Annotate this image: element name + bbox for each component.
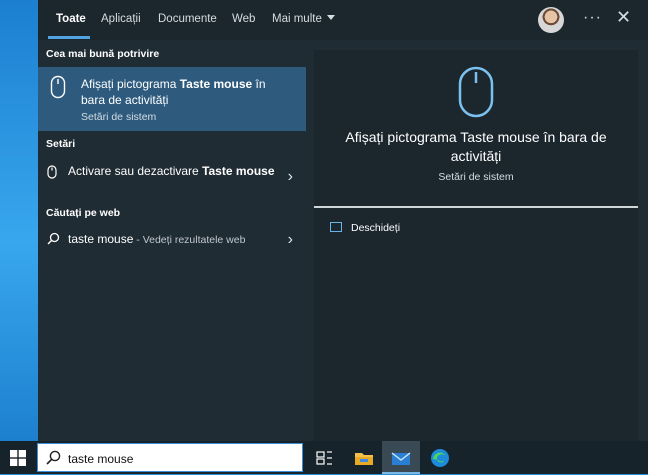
task-view-icon[interactable] xyxy=(312,446,338,470)
web-result-label: taste mouse - Vedeți rezultatele web xyxy=(68,232,246,246)
close-icon[interactable]: ✕ xyxy=(616,7,631,28)
search-icon xyxy=(46,450,61,470)
ellipsis-icon[interactable]: ··· xyxy=(583,9,602,27)
file-explorer-icon[interactable] xyxy=(351,446,377,470)
preview-subtitle: Setări de sistem xyxy=(438,171,514,183)
section-settings: Setări xyxy=(46,138,76,150)
chevron-right-icon: › xyxy=(287,231,293,248)
tab-all[interactable]: Toate xyxy=(56,13,86,25)
best-match-title: Afișați pictograma Taste mouse în bara d… xyxy=(81,77,266,107)
tab-web[interactable]: Web xyxy=(232,13,255,25)
search-tabs-bar: Toate Aplicații Documente Web Mai multe … xyxy=(38,0,648,40)
results-list: Cea mai bună potrivire Afișați pictogram… xyxy=(38,40,306,441)
mouse-icon xyxy=(50,75,66,104)
tab-documents[interactable]: Documente xyxy=(158,13,217,25)
taskbar-search-box[interactable] xyxy=(37,443,303,472)
best-match-subtitle: Setări de sistem xyxy=(81,111,157,123)
preview-title: Afișați pictograma Taste mouse în bara d… xyxy=(345,129,607,164)
chevron-down-icon xyxy=(326,15,335,20)
section-best-match: Cea mai bună potrivire xyxy=(46,48,160,60)
web-result-item[interactable]: taste mouse - Vedeți rezultatele web › xyxy=(38,228,306,264)
search-panel: Toate Aplicații Documente Web Mai multe … xyxy=(38,0,648,441)
tab-more[interactable]: Mai multe xyxy=(272,13,335,25)
search-icon xyxy=(47,232,60,250)
avatar[interactable] xyxy=(538,7,564,33)
settings-result-item[interactable]: Activare sau dezactivare Taste mouse › xyxy=(38,160,306,196)
edge-icon[interactable] xyxy=(427,446,453,470)
preview-pane: Afișați pictograma Taste mouse în bara d… xyxy=(314,50,638,441)
desktop-wallpaper xyxy=(0,0,38,441)
best-match-item[interactable]: Afișați pictograma Taste mouse în bara d… xyxy=(38,67,306,131)
open-label: Deschideți xyxy=(351,222,401,234)
mouse-icon xyxy=(47,165,57,184)
taskbar xyxy=(0,441,648,474)
search-input[interactable] xyxy=(66,449,290,469)
section-web-search: Căutați pe web xyxy=(46,207,121,219)
active-tab-indicator xyxy=(48,36,90,39)
tab-more-label: Mai multe xyxy=(272,13,322,25)
settings-result-label: Activare sau dezactivare Taste mouse xyxy=(68,164,275,178)
mail-icon[interactable] xyxy=(388,446,414,470)
open-action[interactable]: Deschideți xyxy=(330,222,400,234)
open-window-icon xyxy=(330,222,342,232)
windows-start-icon[interactable] xyxy=(10,450,26,471)
divider xyxy=(314,206,638,208)
mouse-icon xyxy=(458,66,494,123)
chevron-right-icon: › xyxy=(287,168,293,185)
tab-apps[interactable]: Aplicații xyxy=(101,13,141,25)
